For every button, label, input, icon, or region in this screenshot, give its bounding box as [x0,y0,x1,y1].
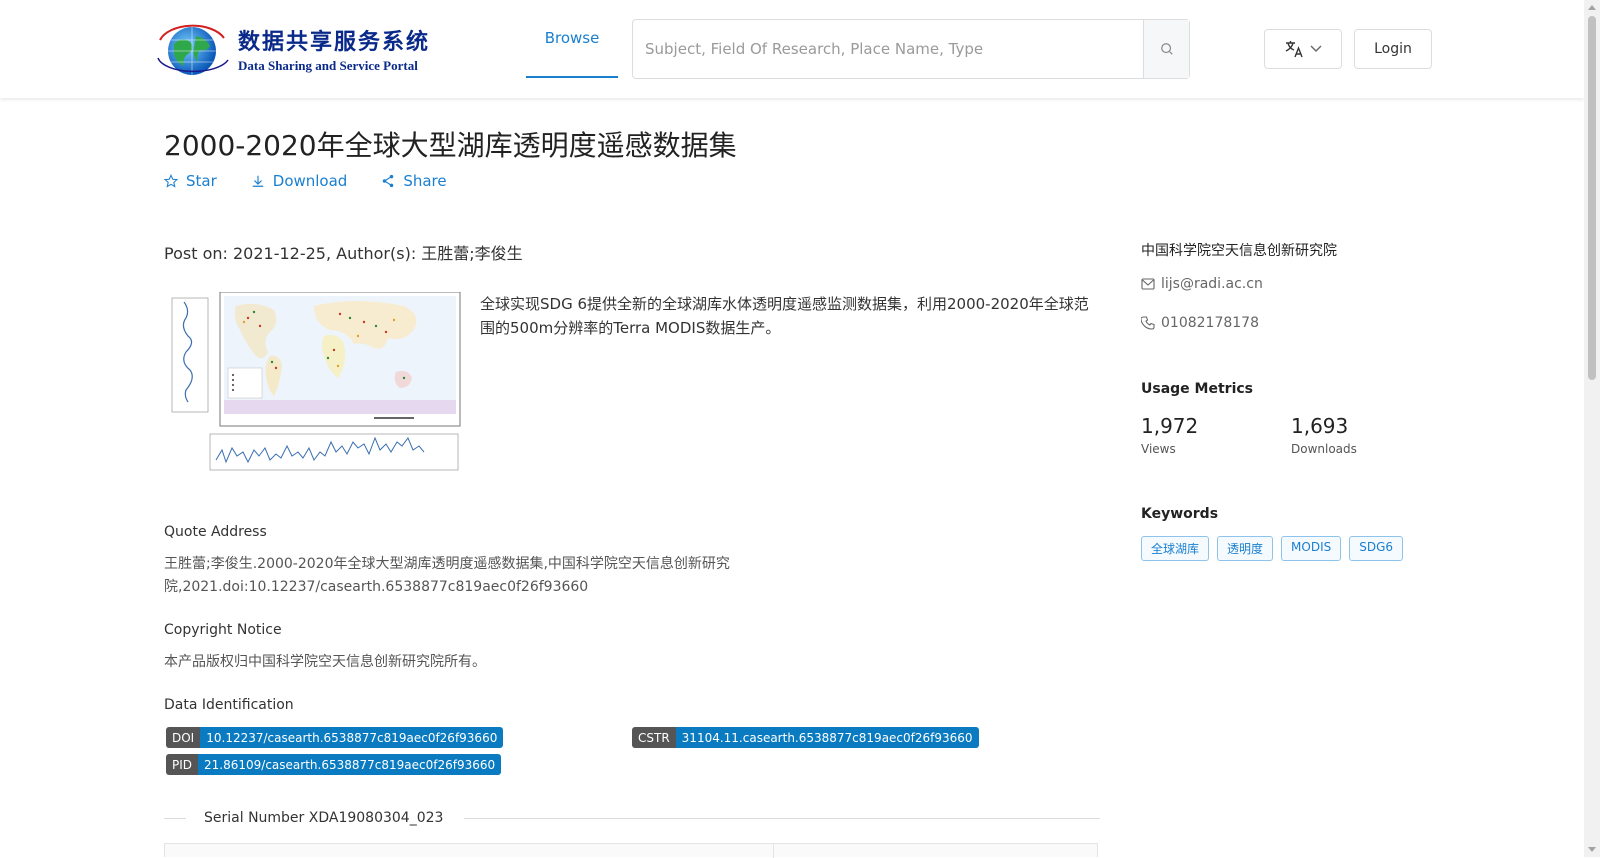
serial-divider-right [464,818,1100,819]
cstr-badge[interactable]: CSTR 31104.11.casearth.6538877c819aec0f2… [632,727,979,748]
cstr-badge-value: 31104.11.casearth.6538877c819aec0f26f936… [675,727,979,748]
phone-text: 01082178178 [1161,315,1259,331]
serial-number: Serial Number XDA19080304_023 [204,810,444,826]
scroll-up-arrow-icon[interactable] [1588,5,1596,10]
downloads-label: Downloads [1291,442,1357,456]
download-button[interactable]: Download [251,172,348,190]
star-label: Star [186,172,217,190]
doi-badge-value: 10.12237/casearth.6538877c819aec0f26f936… [200,727,504,748]
pid-badge-value: 21.86109/casearth.6538877c819aec0f26f936… [198,754,502,775]
views-metric: 1,972 Views [1141,414,1198,456]
cstr-badge-key: CSTR [632,727,676,748]
pid-badge[interactable]: PID 21.86109/casearth.6538877c819aec0f26… [166,754,502,775]
data-identification-title: Data Identification [164,697,294,713]
share-label: Share [403,172,447,190]
chevron-down-icon [1310,45,1322,52]
search-bar [632,19,1190,79]
search-button[interactable] [1143,20,1189,78]
post-meta: Post on: 2021-12-25, Author(s): 王胜蕾;李俊生 [164,244,523,263]
dataset-actions: Star Download Share [164,172,447,190]
download-label: Download [272,172,348,190]
doi-badge[interactable]: DOI 10.12237/casearth.6538877c819aec0f26… [166,727,504,748]
star-button[interactable]: Star [164,172,217,190]
organization-name: 中国科学院空天信息创新研究院 [1141,243,1337,259]
details-table-top [164,843,1098,858]
scroll-down-arrow-icon[interactable] [1588,847,1596,852]
share-button[interactable]: Share [381,172,447,190]
views-label: Views [1141,442,1176,456]
top-header: 数据共享服务系统 Data Sharing and Service Portal… [0,0,1584,98]
page-title: 2000-2020年全球大型湖库透明度遥感数据集 [164,129,737,162]
download-icon [252,175,264,187]
mail-icon [1141,278,1155,290]
keywords-title: Keywords [1141,506,1219,522]
serial-divider-left [164,818,186,819]
usage-metrics-title: Usage Metrics [1141,381,1253,397]
phone-icon [1141,316,1155,330]
contact-email[interactable]: lijs@radi.ac.cn [1141,276,1263,292]
quote-address-line1: 王胜蕾;李俊生.2000-2020年全球大型湖库透明度遥感数据集,中国科学院空天… [164,556,730,572]
login-button[interactable]: Login [1354,29,1432,69]
dataset-description: 全球实现SDG 6提供全新的全球湖库水体透明度遥感监测数据集，利用2000-20… [480,295,1089,337]
star-icon [164,174,178,188]
language-switch-button[interactable] [1264,29,1342,69]
dataset-thumbnail-image[interactable] [164,292,464,482]
keyword-tag[interactable]: 透明度 [1217,536,1274,561]
keyword-tag[interactable]: SDG6 [1349,536,1404,561]
doi-badge-key: DOI [166,727,201,748]
search-input[interactable] [633,20,1143,78]
page-scrollbar[interactable] [1584,0,1600,857]
keyword-tag[interactable]: 全球湖库 [1141,536,1210,561]
logo-title-en: Data Sharing and Service Portal [238,58,418,73]
views-value: 1,972 [1141,414,1199,438]
contact-phone: 01082178178 [1141,315,1259,331]
quote-address-line2: 院,2021.doi:10.12237/casearth.6538877c819… [164,579,589,595]
copyright-title: Copyright Notice [164,622,282,638]
details-table-divider [773,844,774,858]
downloads-metric: 1,693 Downloads [1291,414,1357,456]
pid-badge-key: PID [166,754,199,775]
site-logo[interactable]: 数据共享服务系统 Data Sharing and Service Portal [152,20,438,78]
keyword-tag[interactable]: MODIS [1281,536,1342,561]
logo-title-cn: 数据共享服务系统 [238,29,431,55]
copyright-text: 本产品版权归中国科学院空天信息创新研究院所有。 [164,654,486,670]
quote-address-title: Quote Address [164,524,267,540]
share-icon [383,174,394,188]
search-icon [1160,43,1173,55]
translate-icon [1285,41,1303,58]
email-text: lijs@radi.ac.cn [1161,276,1263,292]
globe-logo-icon [157,24,229,75]
keyword-list: 全球湖库 透明度 MODIS SDG6 [1141,536,1404,561]
nav-browse-tab[interactable]: Browse [526,0,618,78]
downloads-value: 1,693 [1291,414,1349,438]
scrollbar-thumb[interactable] [1588,16,1596,380]
